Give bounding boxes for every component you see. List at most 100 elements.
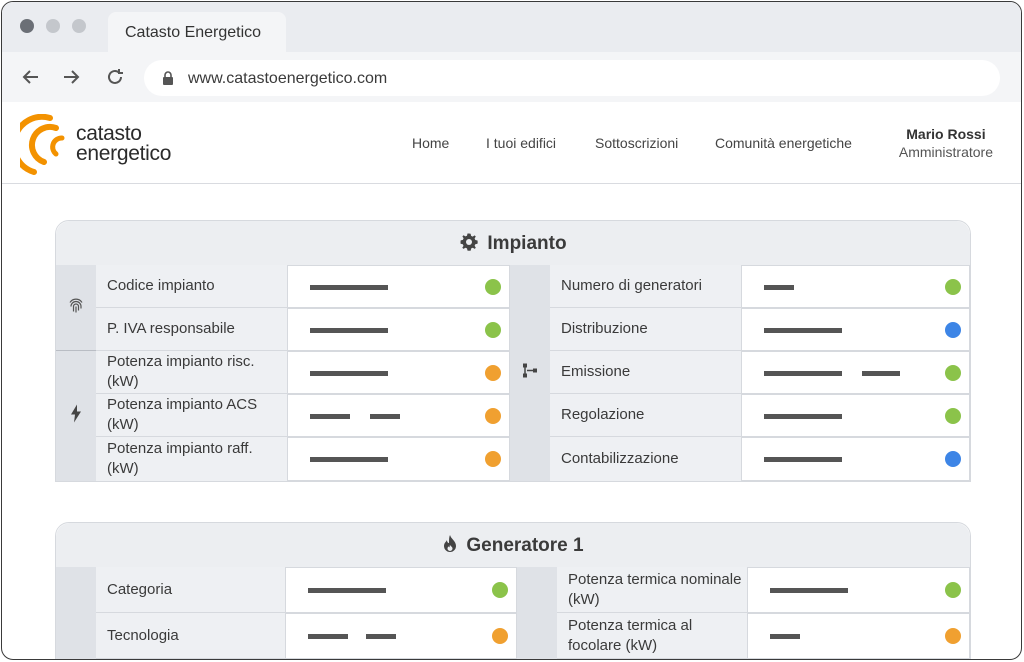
- value-placeholder-bar: [366, 634, 396, 639]
- logo-mark-icon: [10, 113, 65, 175]
- value-regolazione[interactable]: [741, 394, 970, 437]
- nav-sottoscrizioni[interactable]: Sottoscrizioni: [595, 135, 678, 151]
- value-placeholder-bar: [310, 327, 388, 333]
- flame-icon: [442, 534, 458, 560]
- value-placeholder-bar: [310, 370, 388, 376]
- impianto-grid: Codice impianto P. IVA responsabile Pote…: [56, 265, 970, 481]
- value-placeholder-bar: [764, 327, 842, 333]
- value-distribuzione[interactable]: [741, 308, 970, 351]
- status-indicator: [945, 407, 961, 424]
- impianto-panel: Impianto Codice impianto P. IVA responsa…: [55, 220, 971, 482]
- lightning-icon: [70, 404, 82, 428]
- generatore-right-column: [517, 567, 557, 659]
- lock-icon: [162, 71, 174, 85]
- address-bar[interactable]: www.catastoenergetico.com: [144, 60, 1000, 96]
- status-indicator: [945, 628, 961, 644]
- status-indicator: [485, 407, 501, 424]
- tab-title: Catasto Energetico: [125, 24, 262, 41]
- generatore-left-column: [56, 567, 96, 659]
- status-indicator: [945, 321, 961, 338]
- browser-toolbar: www.catastoenergetico.com: [2, 52, 1021, 102]
- label-potenza-raff: Potenza impianto raff. (kW): [96, 437, 287, 481]
- value-codice-impianto[interactable]: [287, 265, 510, 308]
- maximize-window-button[interactable]: [72, 19, 86, 33]
- title-bar: Catasto Energetico: [2, 2, 1021, 52]
- value-placeholder-bar: [310, 457, 388, 462]
- status-indicator: [485, 278, 501, 295]
- value-potenza-acs[interactable]: [287, 394, 510, 437]
- value-tecnologia[interactable]: [285, 613, 517, 659]
- logo-line-2: energetico: [76, 142, 172, 165]
- value-potenza-risc[interactable]: [287, 351, 510, 394]
- browser-tab[interactable]: Catasto Energetico: [108, 12, 286, 52]
- impianto-header: Impianto: [56, 221, 970, 265]
- user-menu[interactable]: Mario Rossi Amministratore: [899, 126, 993, 160]
- value-placeholder-bar: [764, 413, 842, 419]
- power-column: [56, 351, 96, 481]
- label-potenza-acs: Potenza impianto ACS (kW): [96, 394, 287, 437]
- label-distribuzione: Distribuzione: [550, 308, 741, 351]
- status-indicator: [945, 278, 961, 295]
- value-placeholder-bar: [370, 413, 400, 419]
- value-placeholder-bar: [764, 370, 842, 376]
- label-piva: P. IVA responsabile: [96, 308, 287, 351]
- status-indicator: [485, 364, 501, 381]
- status-indicator: [485, 321, 501, 338]
- nav-comunita[interactable]: Comunità energetiche: [715, 135, 852, 151]
- hierarchy-column: [510, 265, 550, 481]
- arrow-right-icon[interactable]: [60, 66, 82, 88]
- url-text: www.catastoenergetico.com: [188, 70, 388, 87]
- value-potenza-raff[interactable]: [287, 437, 510, 481]
- label-tecnologia: Tecnologia: [96, 613, 285, 659]
- value-placeholder-bar: [310, 413, 350, 419]
- status-indicator: [945, 364, 961, 381]
- value-placeholder-bar: [764, 457, 842, 462]
- value-potenza-focolare[interactable]: [747, 613, 970, 659]
- user-role: Amministratore: [898, 144, 993, 160]
- value-contabilizzazione[interactable]: [741, 437, 970, 481]
- status-indicator: [945, 582, 961, 598]
- status-indicator: [492, 582, 508, 598]
- value-placeholder-bar: [862, 370, 900, 376]
- value-potenza-nominale[interactable]: [747, 567, 970, 613]
- value-placeholder-bar: [310, 284, 388, 290]
- generatore-panel: Generatore 1 Categoria Tecnologia Potenz…: [55, 522, 971, 659]
- value-placeholder-bar: [308, 634, 348, 639]
- value-placeholder-bar: [770, 588, 848, 593]
- value-emissione[interactable]: [741, 351, 970, 394]
- fingerprint-icon: [67, 296, 85, 319]
- user-name: Mario Rossi: [906, 126, 986, 142]
- value-piva[interactable]: [287, 308, 510, 351]
- label-numero-generatori: Numero di generatori: [550, 265, 741, 308]
- impianto-title: Impianto: [487, 233, 567, 254]
- generatore-grid: Categoria Tecnologia Potenza termica nom…: [56, 567, 970, 659]
- value-placeholder-bar: [770, 634, 800, 639]
- site-logo[interactable]: catasto energetico: [10, 113, 171, 181]
- label-potenza-risc: Potenza impianto risc. (kW): [96, 351, 287, 394]
- fingerprint-column: [56, 265, 96, 351]
- generatore-title: Generatore 1: [466, 535, 584, 556]
- site-header: catasto energetico Home I tuoi edifici S…: [2, 102, 1021, 184]
- nav-home[interactable]: Home: [412, 135, 449, 151]
- value-placeholder-bar: [764, 284, 794, 290]
- gear-icon: [459, 232, 479, 258]
- label-contabilizzazione: Contabilizzazione: [550, 437, 741, 481]
- close-window-button[interactable]: [20, 19, 34, 33]
- status-indicator: [492, 628, 508, 644]
- label-regolazione: Regolazione: [550, 394, 741, 437]
- logo-line-1: catasto: [76, 122, 142, 145]
- value-placeholder-bar: [308, 588, 386, 593]
- label-potenza-nominale: Potenza termica nominale (kW): [557, 567, 747, 613]
- label-potenza-focolare: Potenza termica al focolare (kW): [557, 613, 747, 659]
- nav-edifici[interactable]: I tuoi edifici: [486, 135, 556, 151]
- value-numero-generatori[interactable]: [741, 265, 970, 308]
- hierarchy-icon: [521, 362, 539, 385]
- minimize-window-button[interactable]: [46, 19, 60, 33]
- browser-window: Catasto Energetico www.catastoenergetico…: [1, 1, 1022, 660]
- value-categoria[interactable]: [285, 567, 517, 613]
- label-categoria: Categoria: [96, 567, 285, 613]
- logo-text: catasto energetico: [76, 122, 172, 165]
- reload-icon[interactable]: [104, 66, 126, 88]
- arrow-left-icon[interactable]: [20, 66, 42, 88]
- generatore-header: Generatore 1: [56, 523, 970, 567]
